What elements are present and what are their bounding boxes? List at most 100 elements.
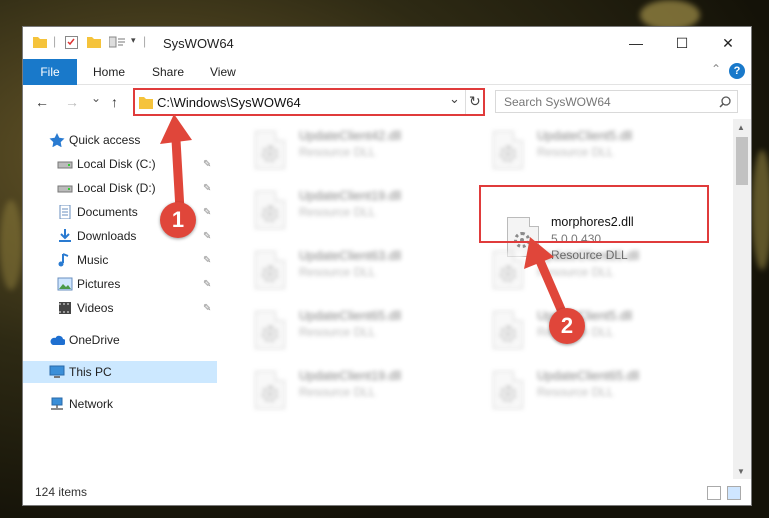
new-folder-icon[interactable] <box>87 36 101 48</box>
folder-icon <box>139 97 153 109</box>
sidebar-item-label: Local Disk (D:) <box>77 181 156 195</box>
scroll-up-icon[interactable]: ▲ <box>737 123 745 132</box>
file-item[interactable]: UpdateClient5.dll Resource DLL <box>487 127 717 177</box>
dll-file-icon <box>493 371 523 409</box>
separator: | <box>143 34 147 48</box>
pictures-icon <box>57 277 73 291</box>
file-name: UpdateClient65.dll <box>537 369 640 383</box>
gear-icon <box>262 266 278 282</box>
tab-home[interactable]: Home <box>93 65 125 79</box>
dll-file-icon <box>255 131 285 169</box>
file-type: Resource DLL <box>299 325 376 339</box>
file-name: UpdateClient42.dll <box>299 129 402 143</box>
search-icon[interactable] <box>719 96 731 108</box>
file-name: UpdateClient5.dll <box>537 129 633 143</box>
file-type: Resource DLL <box>537 385 614 399</box>
forward-button[interactable]: → <box>65 94 79 110</box>
folder-icon <box>33 37 47 48</box>
file-type: Resource DLL <box>299 265 376 279</box>
ribbon-collapse-icon[interactable]: ⌃ <box>711 62 721 76</box>
sidebar-item-pictures[interactable]: Pictures ✎ <box>23 273 217 295</box>
desktop-background <box>0 200 22 290</box>
cloud-icon <box>50 335 65 345</box>
file-type: Resource DLL <box>299 385 376 399</box>
back-button[interactable]: ← <box>35 94 49 110</box>
computer-icon <box>49 365 65 378</box>
close-button[interactable]: ✕ <box>705 27 751 59</box>
file-type: Resource DLL <box>537 145 614 159</box>
search-input[interactable]: Search SysWOW64 <box>495 90 738 113</box>
file-name: UpdateClient19.dll <box>299 189 402 203</box>
network-icon <box>51 397 63 410</box>
step-badge-1: 1 <box>160 202 196 238</box>
sidebar-item-label: Pictures <box>77 277 121 291</box>
scroll-down-icon[interactable]: ▼ <box>737 467 745 476</box>
dll-file-icon <box>255 251 285 289</box>
download-icon <box>59 229 71 242</box>
gear-icon <box>262 206 278 222</box>
minimize-button[interactable]: — <box>613 27 659 59</box>
dll-file-icon <box>255 191 285 229</box>
scroll-thumb[interactable] <box>736 137 748 185</box>
sidebar-item-label: Network <box>69 397 114 411</box>
file-item[interactable]: UpdateClient19.dll Resource DLL <box>249 187 479 237</box>
sidebar-item-this-pc[interactable]: This PC <box>23 361 217 383</box>
status-bar: 124 items <box>23 481 751 505</box>
file-list: UpdateClient42.dll Resource DLL UpdateCl… <box>239 119 733 479</box>
file-name: UpdateClient65.dll <box>299 309 402 323</box>
sidebar-item-label: OneDrive <box>69 333 120 347</box>
explorer-window: | ▾ | SysWOW64 — ☐ ✕ File Home Share Vie… <box>22 26 752 506</box>
gear-icon <box>500 146 516 162</box>
documents-icon <box>59 205 71 219</box>
file-item[interactable]: UpdateClient65.dll Resource DLL <box>487 367 717 417</box>
gear-icon <box>262 326 278 342</box>
sidebar-item-music[interactable]: Music ✎ <box>23 249 217 271</box>
sidebar-item-network[interactable]: Network <box>23 393 217 415</box>
tab-file[interactable]: File <box>23 59 77 85</box>
maximize-button[interactable]: ☐ <box>659 27 705 59</box>
dll-file-icon <box>493 131 523 169</box>
sidebar-item-label: Music <box>77 253 109 267</box>
file-item[interactable]: UpdateClient65.dll Resource DLL <box>249 307 479 357</box>
gear-icon <box>262 146 278 162</box>
separator <box>465 90 466 114</box>
pin-icon[interactable]: ✎ <box>203 279 211 290</box>
pin-icon[interactable]: ✎ <box>203 255 211 266</box>
step-badge-2: 2 <box>549 308 585 344</box>
star-icon <box>49 133 65 147</box>
large-icons-view-icon[interactable] <box>727 486 741 500</box>
up-button[interactable]: ↑ <box>111 94 118 110</box>
dll-file-icon <box>255 371 285 409</box>
sidebar-item-videos[interactable]: Videos ✎ <box>23 297 217 319</box>
item-count: 124 items <box>35 485 88 499</box>
separator: | <box>53 34 57 48</box>
customize-toolbar-icon[interactable] <box>109 36 125 48</box>
sidebar-item-label: Documents <box>77 205 138 219</box>
gear-icon <box>500 386 516 402</box>
pin-icon[interactable]: ✎ <box>203 231 211 242</box>
music-icon <box>58 253 69 267</box>
details-view-icon[interactable] <box>707 486 721 500</box>
sidebar-item-onedrive[interactable]: OneDrive <box>23 329 217 351</box>
address-dropdown-icon[interactable]: ⌄ <box>449 91 460 107</box>
help-icon[interactable]: ? <box>729 63 745 79</box>
quick-access-dropdown-icon[interactable]: ▾ <box>131 35 136 46</box>
recent-locations-button[interactable]: ⌄ <box>91 91 101 105</box>
file-item[interactable]: UpdateClient42.dll Resource DLL <box>249 127 479 177</box>
window-title: SysWOW64 <box>163 36 234 51</box>
sidebar-item-label: This PC <box>69 365 112 379</box>
drive-icon <box>57 185 73 193</box>
tab-share[interactable]: Share <box>152 65 184 79</box>
refresh-button[interactable]: ↻ <box>469 93 481 110</box>
tab-view[interactable]: View <box>210 65 236 79</box>
file-highlight-box <box>479 185 709 243</box>
sidebar-item-label: Downloads <box>77 229 137 243</box>
properties-icon[interactable] <box>65 36 78 49</box>
vertical-scrollbar[interactable]: ▲ ▼ <box>733 119 751 479</box>
file-item[interactable]: UpdateClient19.dll Resource DLL <box>249 367 479 417</box>
dll-file-icon <box>493 311 523 349</box>
file-item[interactable]: UpdateClient63.dll Resource DLL <box>249 247 479 297</box>
dll-file-icon <box>255 311 285 349</box>
gear-icon <box>262 386 278 402</box>
pin-icon[interactable]: ✎ <box>203 303 211 314</box>
